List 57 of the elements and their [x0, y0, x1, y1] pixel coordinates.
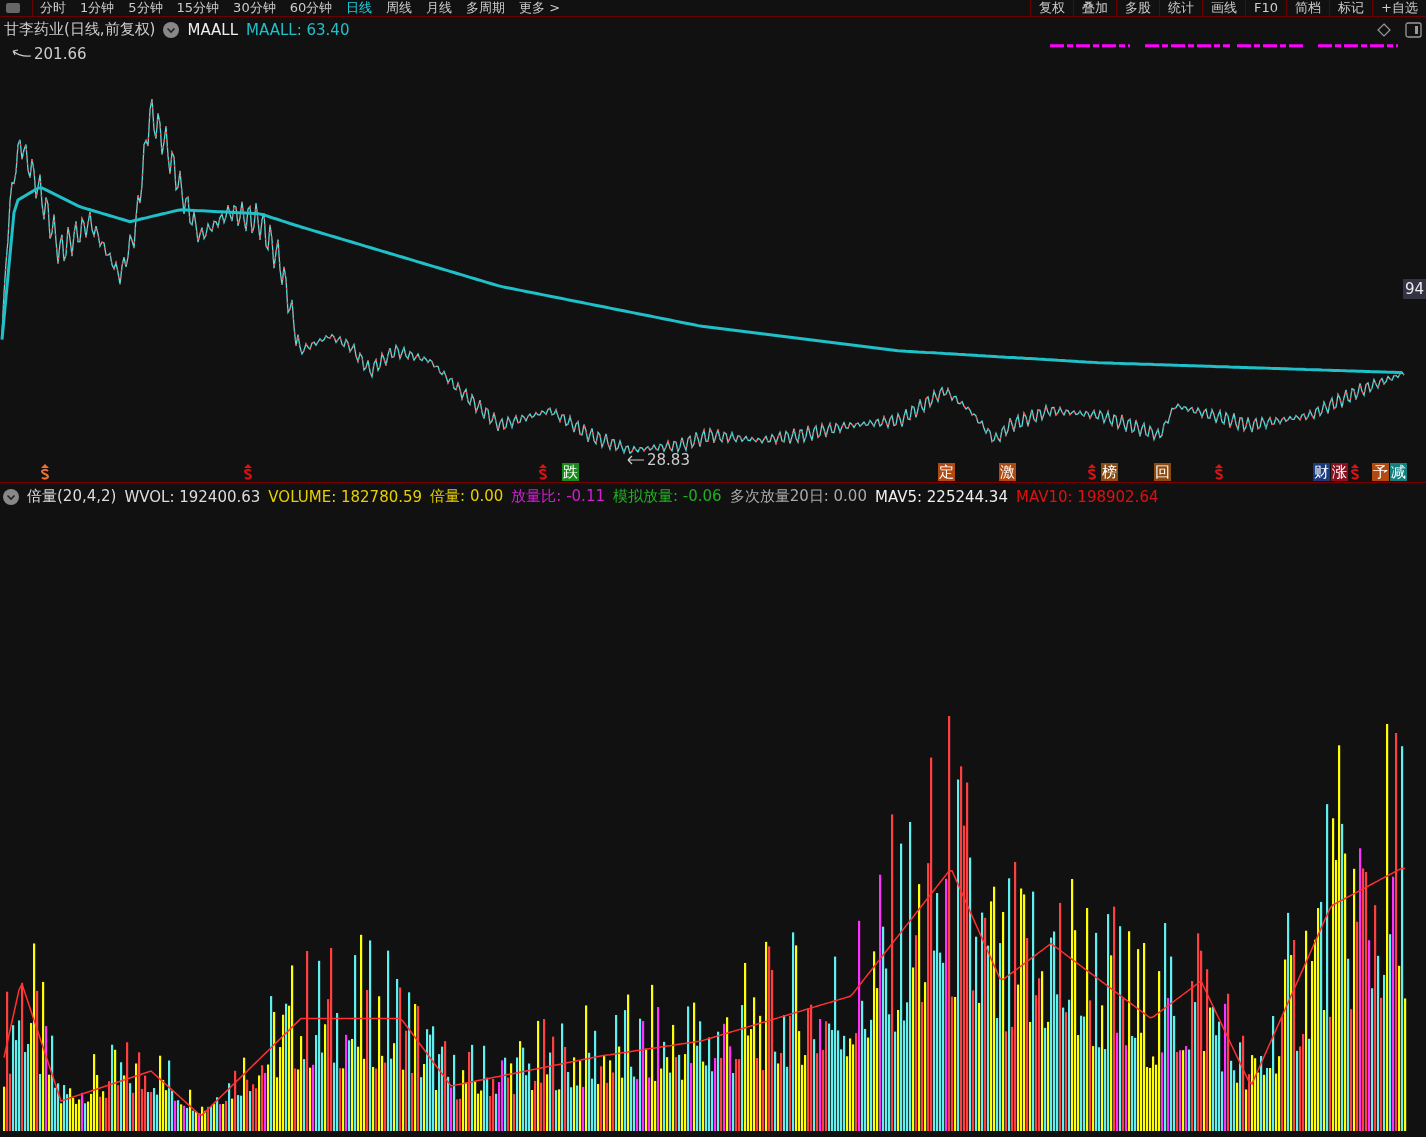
period-tab[interactable]: 30分钟: [226, 0, 283, 16]
toolbar-button[interactable]: 复权: [1030, 0, 1074, 16]
menu-icon[interactable]: [6, 3, 20, 13]
toolbar-button[interactable]: 画线: [1202, 0, 1246, 16]
dollar-marker-icon[interactable]: [1350, 464, 1360, 480]
period-tab[interactable]: 15分钟: [169, 0, 227, 16]
period-tab[interactable]: 多周期: [459, 0, 513, 16]
event-tag[interactable]: 回: [1154, 463, 1171, 481]
dollar-marker-icon[interactable]: [1087, 464, 1097, 480]
stock-title: 甘李药业(日线,前复权): [4, 20, 156, 39]
event-tag[interactable]: 涨: [1331, 463, 1348, 481]
event-tag[interactable]: 定: [938, 463, 955, 481]
collapse-icon[interactable]: [3, 488, 19, 505]
toolbar-button[interactable]: +自选: [1372, 0, 1426, 16]
arrow-icon: [627, 455, 645, 465]
legend-value: 多次放量20日: 0.00: [729, 487, 867, 506]
period-tab[interactable]: 更多 >: [512, 0, 568, 16]
diamond-icon[interactable]: [1377, 22, 1391, 37]
period-tab[interactable]: 60分钟: [282, 0, 340, 16]
collapse-icon[interactable]: [163, 21, 180, 38]
arrow-icon: [12, 49, 32, 59]
event-tag[interactable]: 财: [1313, 463, 1330, 481]
event-tag[interactable]: 减: [1390, 463, 1407, 481]
legend-value: WVOL: 192400.63: [124, 487, 261, 506]
event-tag[interactable]: 激: [999, 463, 1016, 481]
toolbar-button[interactable]: 统计: [1159, 0, 1203, 16]
legend-value: 倍量: 0.00: [430, 487, 504, 506]
period-tab[interactable]: 5分钟: [121, 0, 170, 16]
toolbar-button[interactable]: 标记: [1329, 0, 1373, 16]
event-tag[interactable]: 榜: [1101, 463, 1118, 481]
period-tab[interactable]: 日线: [339, 0, 380, 16]
high-price-label: 201.66: [34, 45, 87, 63]
indicator-name: MAALL: [187, 20, 239, 39]
period-tab[interactable]: 周线: [379, 0, 420, 16]
dollar-marker-icon[interactable]: [538, 464, 548, 480]
event-tag[interactable]: 跌: [562, 463, 579, 481]
legend-value: MAV10: 198902.64: [1015, 487, 1159, 506]
legend-value: 放量比: -0.11: [511, 487, 605, 506]
indicator-name: 倍量(20,4,2): [27, 487, 117, 506]
toolbar-button[interactable]: 多股: [1116, 0, 1160, 16]
toolbar-button[interactable]: 简档: [1286, 0, 1330, 16]
toolbar-button[interactable]: 叠加: [1073, 0, 1117, 16]
period-tab[interactable]: 1分钟: [73, 0, 122, 16]
low-price-label: 28.83: [647, 451, 690, 469]
dollar-marker-icon[interactable]: [243, 464, 253, 480]
panel-toggle-icon[interactable]: [1405, 21, 1422, 38]
legend-value: MAV5: 225244.34: [874, 487, 1008, 506]
legend-value: 模拟放量: -0.06: [613, 487, 722, 506]
dollar-marker-icon[interactable]: [1214, 464, 1224, 480]
price-axis-label: 94: [1402, 279, 1426, 299]
indicator-value: MAALL: 63.40: [246, 20, 350, 39]
toolbar-button[interactable]: F10: [1245, 0, 1287, 16]
dollar-marker-icon[interactable]: [40, 464, 50, 480]
period-tab[interactable]: 月线: [419, 0, 460, 16]
event-tag[interactable]: 予: [1372, 463, 1389, 481]
legend-value: VOLUME: 182780.59: [268, 487, 423, 506]
period-tab[interactable]: 分时: [33, 0, 73, 16]
